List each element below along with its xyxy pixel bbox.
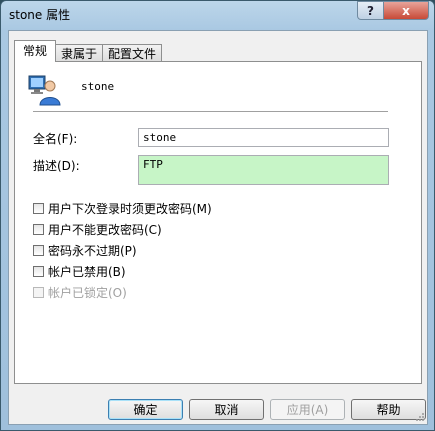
- cannot-change-password-label: 用户不能更改密码(C): [48, 223, 162, 237]
- password-never-expires-checkbox[interactable]: [33, 245, 44, 256]
- must-change-password-checkbox[interactable]: [33, 203, 44, 214]
- username-display: stone: [81, 80, 115, 93]
- user-icon: [28, 75, 61, 106]
- general-tab-panel: stone 全名(F): 描述(D): FTP 用户下次登录时须更改密码(M) …: [14, 61, 422, 384]
- dialog-client-area: 常规 隶属于 配置文件 stone 全名(F): 描述(D): FTP 用户下次…: [8, 30, 428, 425]
- window-title: stone 属性: [9, 8, 71, 22]
- title-bar[interactable]: stone 属性 ? x: [1, 1, 434, 29]
- password-never-expires-option[interactable]: 密码永不过期(P): [33, 242, 137, 259]
- help-caption-button[interactable]: ?: [357, 1, 384, 20]
- apply-button: 应用(A): [270, 399, 345, 420]
- cannot-change-password-checkbox[interactable]: [33, 224, 44, 235]
- cannot-change-password-option[interactable]: 用户不能更改密码(C): [33, 221, 162, 238]
- account-disabled-option[interactable]: 帐户已禁用(B): [33, 263, 126, 280]
- tab-profile[interactable]: 配置文件: [102, 44, 163, 62]
- must-change-password-label: 用户下次登录时须更改密码(M): [48, 202, 212, 216]
- separator: [33, 111, 388, 113]
- ok-button[interactable]: 确定: [108, 399, 183, 420]
- description-label: 描述(D):: [33, 159, 80, 173]
- must-change-password-option[interactable]: 用户下次登录时须更改密码(M): [33, 200, 212, 217]
- account-locked-option: 帐户已锁定(O): [33, 284, 127, 301]
- tab-strip: 常规 隶属于 配置文件: [14, 40, 163, 62]
- description-input[interactable]: FTP: [138, 155, 389, 185]
- close-button[interactable]: x: [383, 1, 429, 20]
- account-disabled-label: 帐户已禁用(B): [48, 265, 126, 279]
- close-icon: x: [402, 3, 410, 18]
- full-name-input[interactable]: [138, 128, 389, 147]
- properties-dialog: stone 属性 ? x 常规 隶属于 配置文件 stone 全名(F): st…: [0, 0, 435, 431]
- full-name-label: 全名(F):: [33, 132, 78, 146]
- tab-member-of[interactable]: 隶属于: [55, 44, 104, 62]
- resize-grip-icon[interactable]: [415, 412, 425, 422]
- account-disabled-checkbox[interactable]: [33, 266, 44, 277]
- tab-general[interactable]: 常规: [14, 40, 57, 62]
- password-never-expires-label: 密码永不过期(P): [48, 244, 137, 258]
- account-locked-checkbox: [33, 287, 44, 298]
- account-locked-label: 帐户已锁定(O): [48, 286, 127, 300]
- cancel-button[interactable]: 取消: [189, 399, 264, 420]
- question-icon: ?: [367, 3, 374, 18]
